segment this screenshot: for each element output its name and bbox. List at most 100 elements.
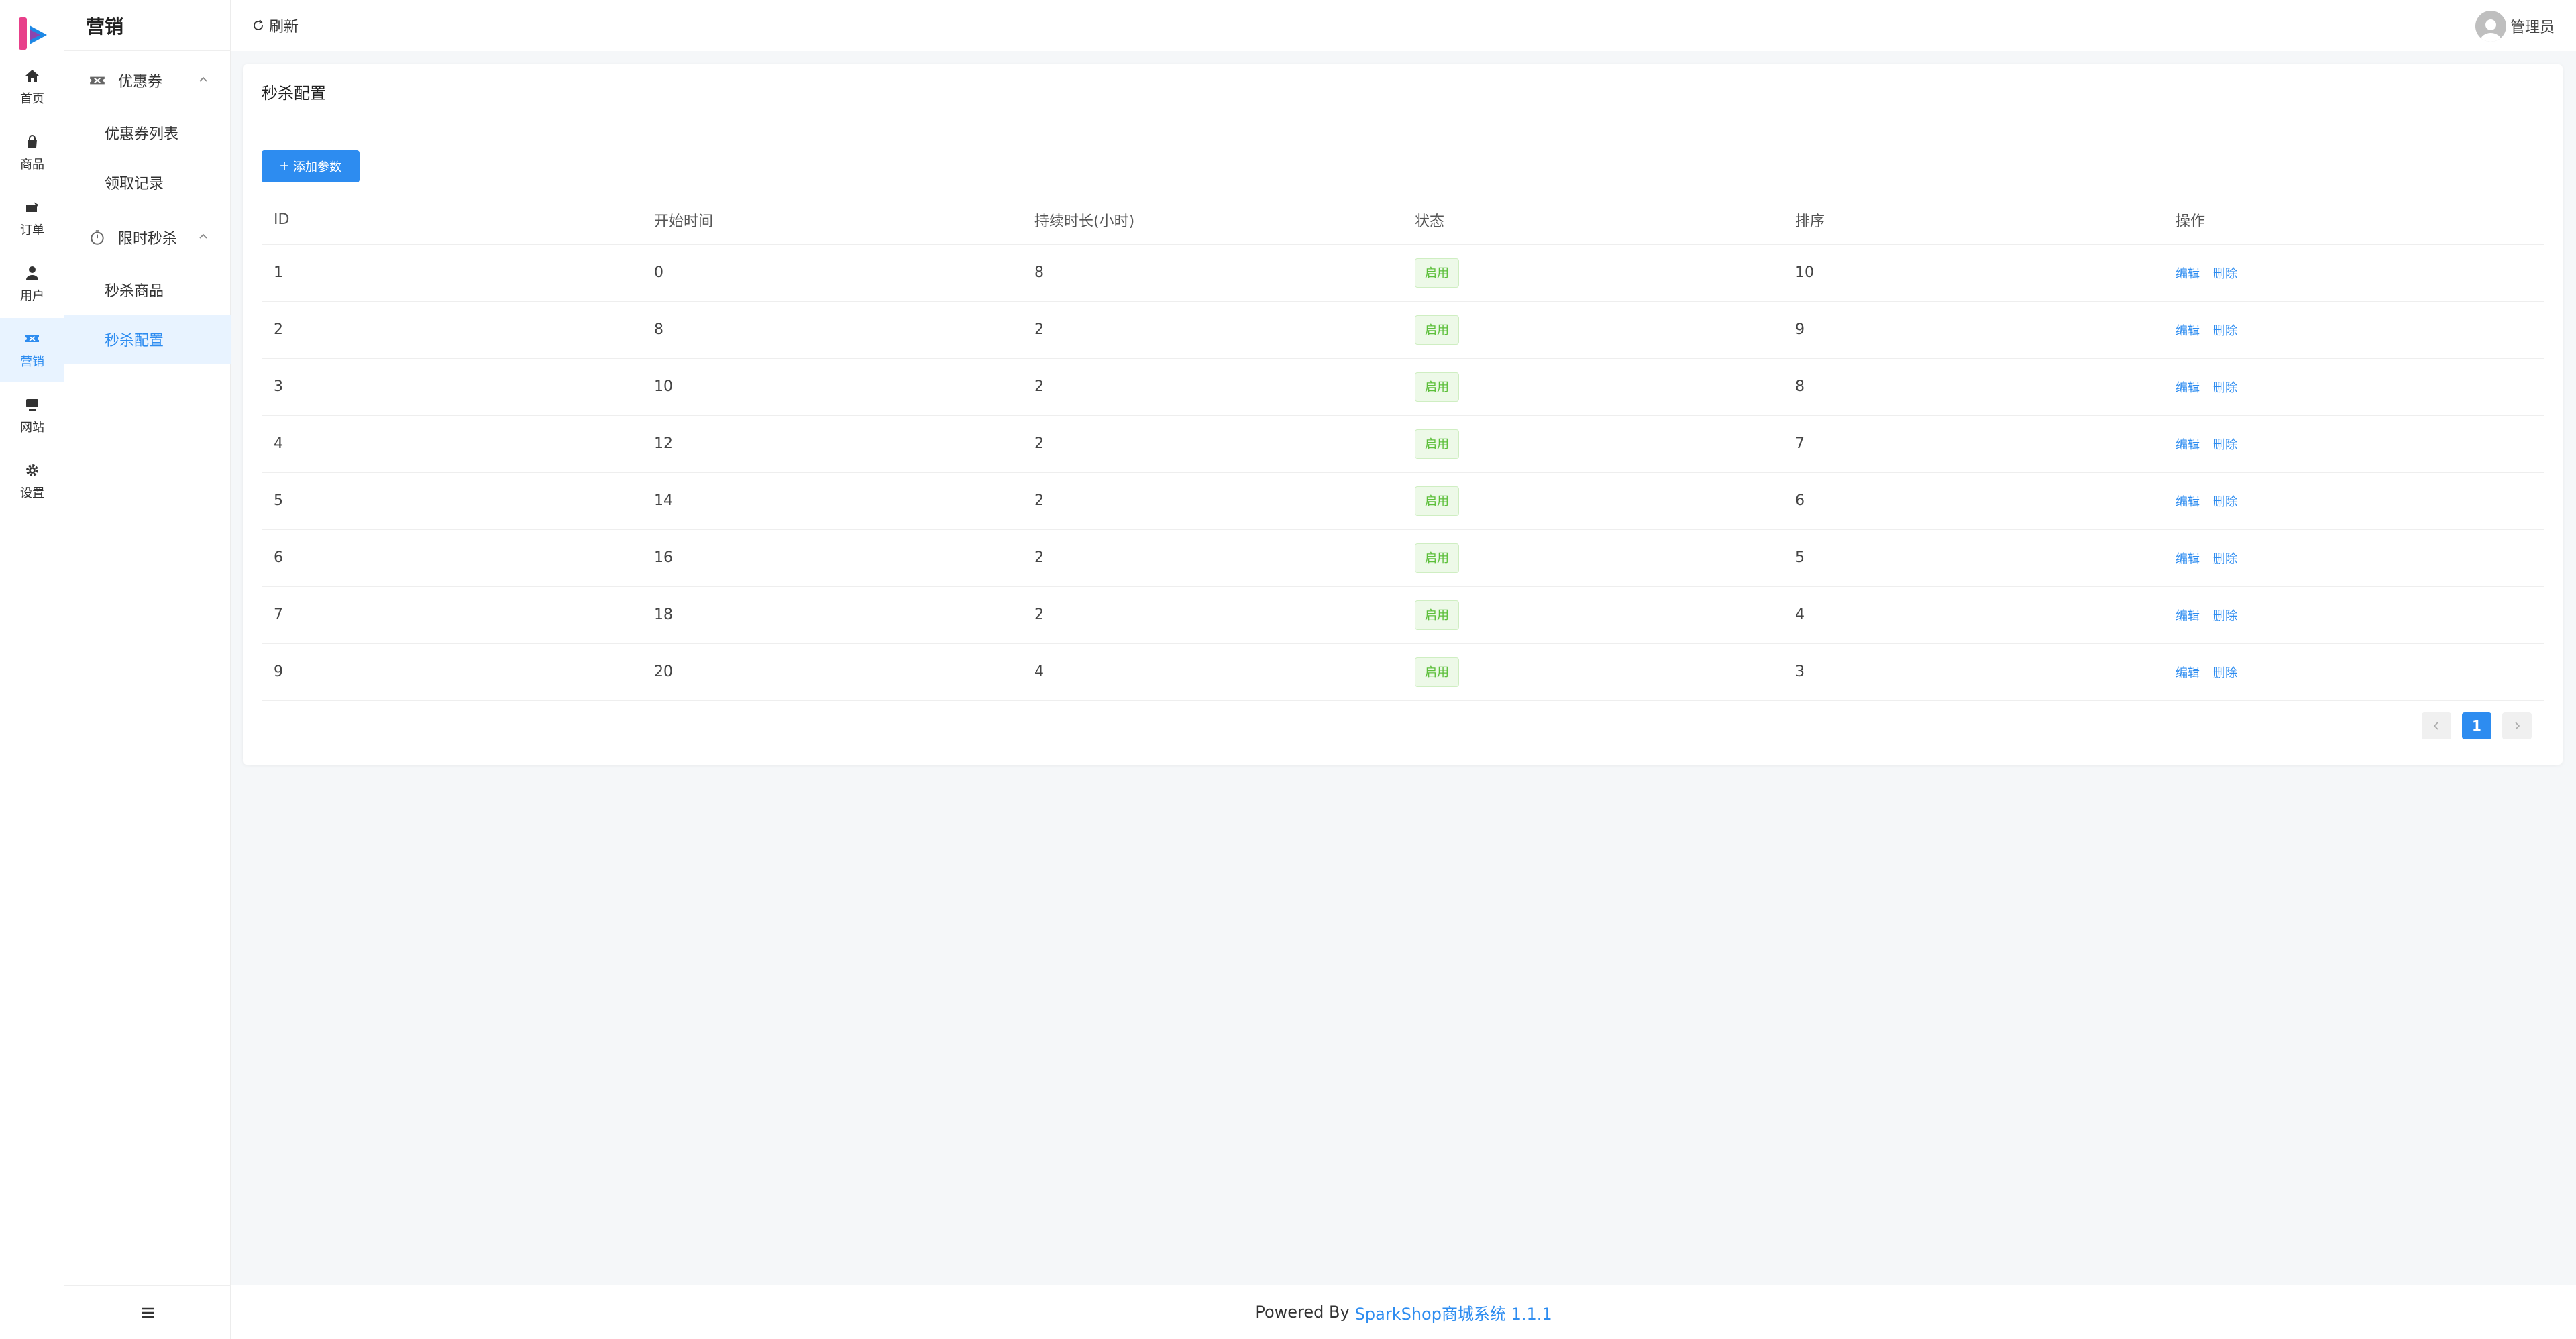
cell-start-time: 10 xyxy=(642,358,1022,416)
edit-link[interactable]: 编辑 xyxy=(2176,267,2200,281)
cell-actions: 编辑 删除 xyxy=(2163,415,2544,473)
edit-link[interactable]: 编辑 xyxy=(2176,609,2200,623)
home-icon xyxy=(25,70,39,82)
cell-duration: 2 xyxy=(1022,472,1403,530)
delete-link[interactable]: 删除 xyxy=(2213,438,2237,452)
delete-link[interactable]: 删除 xyxy=(2213,267,2237,281)
plus-icon: + xyxy=(279,157,289,175)
icon-rail: 首页 商品 订单 用户 营销 网站 设置 xyxy=(0,0,64,1339)
menu-icon xyxy=(142,1307,154,1318)
cell-start-time: 8 xyxy=(642,301,1022,359)
table-row: 1 0 8 启用 10 编辑 删除 xyxy=(262,244,2544,302)
cell-actions: 编辑 删除 xyxy=(2163,301,2544,359)
app-logo[interactable] xyxy=(16,15,50,52)
table-row: 5 14 2 启用 6 编辑 删除 xyxy=(262,472,2544,530)
status-badge: 启用 xyxy=(1415,315,1459,345)
rail-item-users[interactable]: 用户 xyxy=(0,252,64,317)
refresh-label: 刷新 xyxy=(269,19,299,36)
delete-link[interactable]: 删除 xyxy=(2213,495,2237,509)
cell-actions: 编辑 删除 xyxy=(2163,643,2544,701)
rail-item-marketing[interactable]: 营销 xyxy=(0,318,64,382)
config-table: ID 开始时间 持续时长(小时) 状态 排序 操作 1 0 8 启用 10 编辑 删除 2 8 2… xyxy=(262,196,2544,701)
menu-group-flash-sale[interactable]: 限时秒杀 xyxy=(64,213,231,262)
cell-actions: 编辑 删除 xyxy=(2163,586,2544,644)
menu-item-flash-goods[interactable]: 秒杀商品 xyxy=(64,266,231,314)
table-row: 2 8 2 启用 9 编辑 删除 xyxy=(262,301,2544,359)
user-name: 管理员 xyxy=(2510,19,2555,36)
rail-item-goods[interactable]: 商品 xyxy=(0,121,64,185)
table-row: 6 16 2 启用 5 编辑 删除 xyxy=(262,529,2544,587)
rail-item-orders[interactable]: 订单 xyxy=(0,186,64,251)
rail-item-label: 商品 xyxy=(20,158,44,172)
cell-id: 7 xyxy=(262,586,642,644)
page-number[interactable]: 1 xyxy=(2462,712,2491,739)
chevron-up-icon xyxy=(199,233,207,239)
delete-link[interactable]: 删除 xyxy=(2213,609,2237,623)
cell-start-time: 16 xyxy=(642,529,1022,587)
rail-item-settings[interactable]: 设置 xyxy=(0,449,64,514)
monitor-icon xyxy=(26,399,38,411)
table-header-row: ID 开始时间 持续时长(小时) 状态 排序 操作 xyxy=(262,196,2544,245)
cell-status: 启用 xyxy=(1403,244,1783,302)
delete-link[interactable]: 删除 xyxy=(2213,552,2237,566)
column-header-duration: 持续时长(小时) xyxy=(1022,196,1403,245)
edit-link[interactable]: 编辑 xyxy=(2176,438,2200,452)
cell-duration: 2 xyxy=(1022,301,1403,359)
cell-start-time: 0 xyxy=(642,244,1022,302)
add-param-button[interactable]: + 添加参数 xyxy=(262,150,360,182)
status-badge: 启用 xyxy=(1415,600,1459,630)
next-page-button[interactable] xyxy=(2502,712,2532,739)
edit-link[interactable]: 编辑 xyxy=(2176,666,2200,680)
status-badge: 启用 xyxy=(1415,543,1459,573)
cell-status: 启用 xyxy=(1403,472,1783,530)
sub-menu-title: 营销 xyxy=(64,0,231,51)
table-row: 4 12 2 启用 7 编辑 删除 xyxy=(262,415,2544,473)
collapse-menu-button[interactable] xyxy=(64,1285,231,1339)
cell-id: 2 xyxy=(262,301,642,359)
cell-id: 1 xyxy=(262,244,642,302)
edit-link[interactable]: 编辑 xyxy=(2176,552,2200,566)
cell-sort: 6 xyxy=(1783,472,2163,530)
delete-link[interactable]: 删除 xyxy=(2213,324,2237,338)
delete-link[interactable]: 删除 xyxy=(2213,381,2237,395)
cell-id: 6 xyxy=(262,529,642,587)
status-badge: 启用 xyxy=(1415,657,1459,687)
sub-menu: 营销 优惠券 优惠券列表 领取记录 限时秒杀 秒杀商品 秒杀配置 xyxy=(64,0,231,1339)
footer: Powered By SparkShop商城系统 1.1.1 xyxy=(231,1285,2576,1339)
menu-item-coupon-list[interactable]: 优惠券列表 xyxy=(64,109,231,157)
rail-item-label: 首页 xyxy=(20,92,44,106)
delete-link[interactable]: 删除 xyxy=(2213,666,2237,680)
footer-prefix: Powered By xyxy=(1255,1303,1350,1322)
rail-item-website[interactable]: 网站 xyxy=(0,384,64,448)
user-menu[interactable]: 管理员 xyxy=(2475,11,2555,42)
cell-sort: 10 xyxy=(1783,244,2163,302)
gear-icon xyxy=(26,464,38,476)
refresh-icon xyxy=(254,19,263,30)
prev-page-button[interactable] xyxy=(2422,712,2451,739)
flash-config-card: 秒杀配置 + 添加参数 ID 开始时间 持续时长(小时) 状态 排序 操作 10… xyxy=(243,64,2563,765)
menu-item-flash-config[interactable]: 秒杀配置 xyxy=(64,315,231,364)
cell-sort: 8 xyxy=(1783,358,2163,416)
rail-item-label: 设置 xyxy=(20,486,44,500)
ticket-icon xyxy=(90,76,105,85)
menu-group-coupon[interactable]: 优惠券 xyxy=(64,56,231,105)
footer-brand-link[interactable]: SparkShop商城系统 1.1.1 xyxy=(1355,1301,1552,1324)
page-title: 秒杀配置 xyxy=(243,64,2563,119)
ticket-icon xyxy=(25,335,39,342)
cell-sort: 5 xyxy=(1783,529,2163,587)
rail-item-home[interactable]: 首页 xyxy=(0,55,64,119)
cell-duration: 2 xyxy=(1022,415,1403,473)
edit-link[interactable]: 编辑 xyxy=(2176,324,2200,338)
cell-duration: 4 xyxy=(1022,643,1403,701)
column-header-actions: 操作 xyxy=(2163,196,2544,245)
refresh-button[interactable]: 刷新 xyxy=(252,13,299,38)
cell-status: 启用 xyxy=(1403,301,1783,359)
cell-start-time: 20 xyxy=(642,643,1022,701)
edit-link[interactable]: 编辑 xyxy=(2176,381,2200,395)
column-header-status: 状态 xyxy=(1403,196,1783,245)
edit-link[interactable]: 编辑 xyxy=(2176,495,2200,509)
pagination: 1 xyxy=(2422,712,2532,739)
column-header-id: ID xyxy=(262,196,642,245)
cell-sort: 7 xyxy=(1783,415,2163,473)
menu-item-claim-records[interactable]: 领取记录 xyxy=(64,158,231,207)
